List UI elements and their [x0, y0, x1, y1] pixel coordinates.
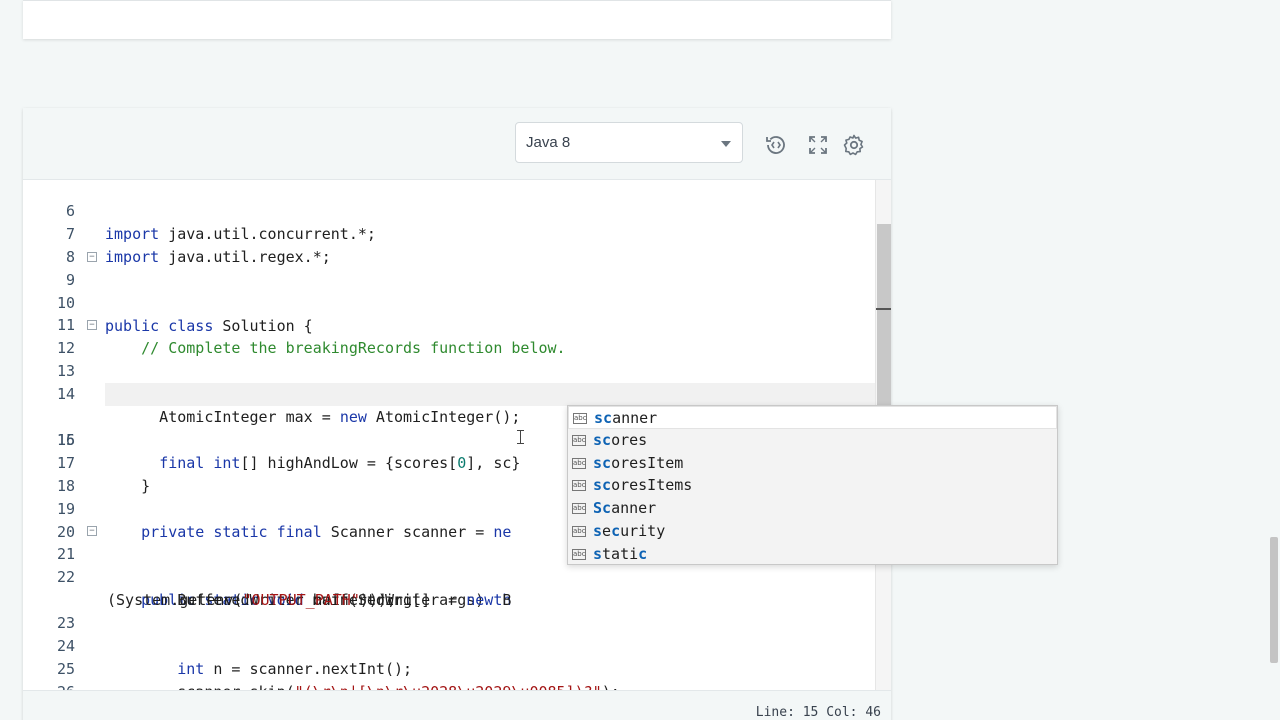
previous-card [23, 0, 891, 39]
code-line[interactable]: 13 AtomicInteger min = new AtomicInteger… [23, 337, 875, 403]
fold-toggle-icon[interactable]: − [87, 526, 97, 536]
editor-header: Java 8 [23, 108, 891, 180]
suggestion-item[interactable]: abc scores [568, 429, 1057, 452]
history-icon [766, 136, 785, 154]
suggestion-item[interactable]: abc Scanner [568, 497, 1057, 520]
suggestion-item[interactable]: abc scoresItem [568, 452, 1057, 475]
suggestion-match: s [593, 521, 603, 540]
suggestion-match: sc [593, 476, 612, 495]
active-line-highlight [105, 383, 875, 406]
suggestion-item[interactable]: abc static [568, 543, 1057, 566]
code-line[interactable]: 27 int[] scores = new int[n]; [23, 681, 875, 690]
suggestion-match: c [638, 544, 648, 563]
text-kind-icon: abc [572, 480, 586, 492]
code-line[interactable]: 10 [23, 269, 875, 312]
chevron-down-icon [721, 141, 731, 147]
cursor-position-marker [876, 308, 891, 310]
fold-toggle-icon[interactable]: − [87, 252, 97, 262]
suggestion-match: s [593, 544, 603, 563]
suggestion-match: sc [593, 430, 612, 449]
code-line[interactable]: 8 [23, 223, 875, 266]
code-line[interactable]: 6 import java.util.concurrent.*; [23, 180, 875, 243]
settings-button[interactable] [842, 133, 866, 157]
code-line[interactable]: 26 [23, 658, 875, 690]
suggestion-rest: oresItem [611, 453, 684, 472]
suggestion-rest: anner [612, 409, 658, 427]
suggestion-rest: oresItems [611, 476, 693, 495]
suggestion-rest: e [602, 521, 612, 540]
suggestion-rest: anner [611, 499, 657, 518]
text-kind-icon: abc [572, 548, 586, 560]
fold-toggle-icon[interactable]: − [87, 320, 97, 330]
suggestion-match: Sc [593, 499, 612, 518]
code-line[interactable]: 11 // Complete the breakingRecords funct… [23, 291, 875, 357]
text-cursor-icon [517, 430, 524, 444]
suggestion-rest: urity [620, 521, 666, 540]
code-line[interactable]: 25 scanner.skip("(\r\n|[\n\r\u2028\u2029… [23, 635, 875, 690]
fullscreen-icon [809, 136, 827, 154]
fullscreen-button[interactable] [806, 133, 830, 157]
autocomplete-list[interactable]: abc scanner abc scores abc scoresItem ab… [567, 405, 1058, 565]
code-line[interactable]: 14 AtomicInteger max = new AtomicInteger… [23, 360, 875, 426]
suggestion-match: c [611, 521, 621, 540]
editor-scrollbar-thumb[interactable] [877, 224, 891, 409]
text-kind-icon: abc [572, 525, 586, 537]
suggestion-item[interactable]: abc security [568, 520, 1057, 543]
suggestion-rest: ores [611, 430, 648, 449]
page-scrollbar-thumb[interactable] [1270, 537, 1278, 663]
code-line[interactable]: 9 − public class Solution { [23, 246, 875, 335]
suggestion-item[interactable]: abc scoresItems [568, 474, 1057, 497]
cursor-position: Line: 15 Col: 46 [755, 705, 881, 720]
suggestion-match: sc [594, 409, 613, 427]
reset-code-button[interactable] [764, 133, 788, 157]
status-bar: Line: 15 Col: 46 [23, 690, 891, 720]
language-select[interactable]: Java 8 [515, 122, 743, 163]
code-line-wrap[interactable]: (System.getenv("OUTPUT_PATH"))); [23, 566, 875, 609]
page-scrollbar[interactable] [1268, 0, 1280, 720]
text-kind-icon: abc [572, 503, 586, 515]
suggestion-rest: tati [602, 544, 639, 563]
suggestion-item[interactable]: abc scanner [568, 406, 1057, 429]
code-line[interactable]: 7 import java.util.regex.*; [23, 200, 875, 266]
text-kind-icon: abc [573, 413, 587, 424]
gear-icon [843, 134, 864, 156]
code-line[interactable]: 15 final int[] highAndLow = {scores[0], … [23, 383, 875, 472]
code-line[interactable]: 24 int n = scanner.nextInt(); [23, 612, 875, 678]
text-kind-icon: abc [572, 434, 586, 446]
code-line[interactable]: 23 [23, 589, 875, 632]
language-select-value: Java 8 [526, 134, 571, 151]
code-line[interactable]: 12 − static int[] breakingRecords(int[] … [23, 314, 875, 403]
text-kind-icon: abc [572, 457, 586, 469]
suggestion-match: sc [593, 453, 612, 472]
